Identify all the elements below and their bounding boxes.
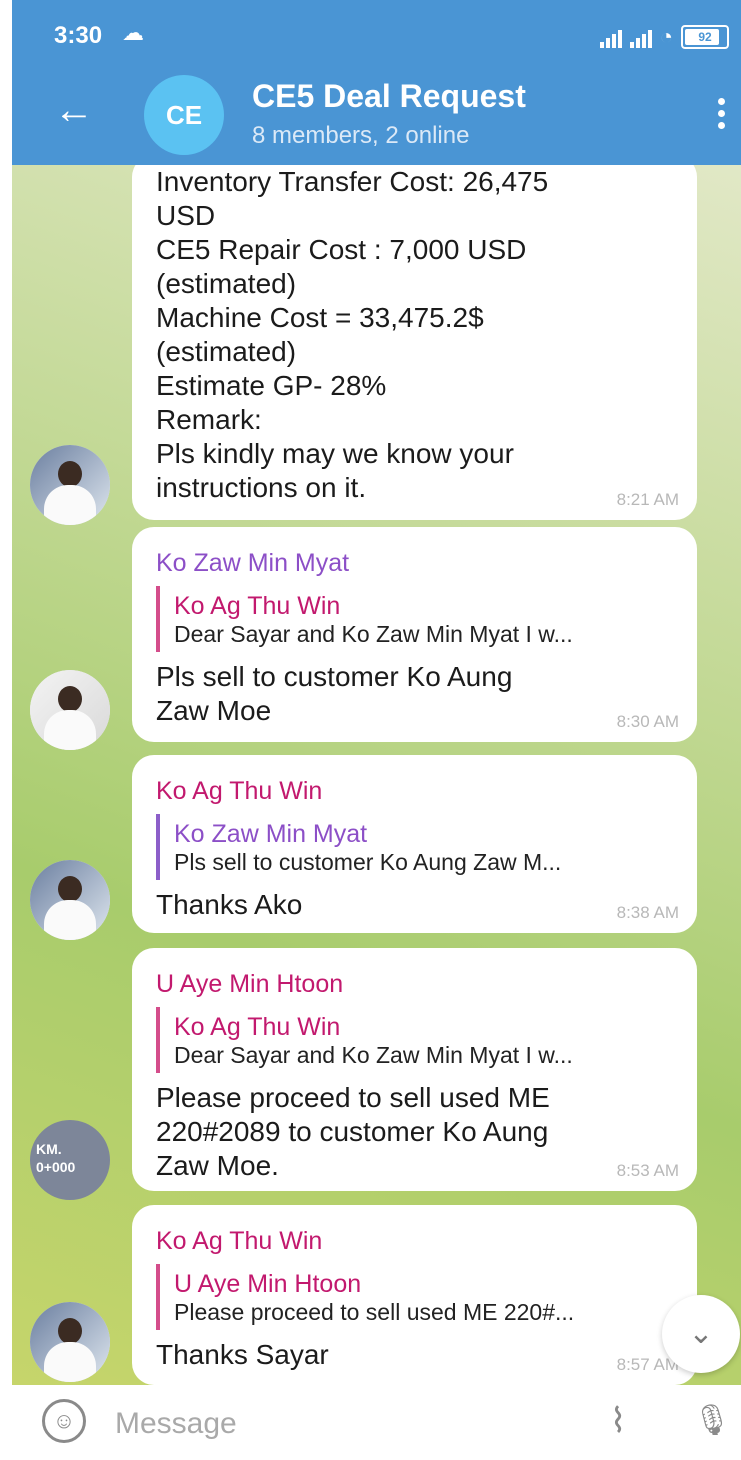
message-input-bar: ☺ Message ⌇ 🎙 xyxy=(0,1385,741,1460)
status-bar: 3:30 ☁ ◔ 92 xyxy=(12,0,741,72)
cloud-icon: ☁ xyxy=(122,20,144,45)
reply-text: Pls sell to customer Ko Aung Zaw M... xyxy=(174,849,562,875)
group-avatar[interactable]: CE xyxy=(144,75,224,155)
back-arrow-icon[interactable]: ← xyxy=(50,86,98,134)
avatar[interactable] xyxy=(30,860,110,940)
chat-screen: 3:30 ☁ ◔ 92 ← CE CE5 Deal Request 8 memb… xyxy=(0,0,741,1460)
message-bubble[interactable]: Inventory Transfer Cost: 26,475 USD CE5 … xyxy=(132,165,697,520)
wifi-icon: ◔ xyxy=(659,24,673,49)
avatar[interactable] xyxy=(30,670,110,750)
message-time: 8:30 AM xyxy=(616,712,679,731)
status-time: 3:30 xyxy=(54,22,103,49)
reply-sender: Ko Zaw Min Myat xyxy=(174,820,368,848)
chat-title[interactable]: CE5 Deal Request xyxy=(252,78,526,115)
message-list[interactable]: Inventory Transfer Cost: 26,475 USD CE5 … xyxy=(12,165,741,1385)
more-vert-icon[interactable] xyxy=(713,98,729,138)
signal-icon xyxy=(629,26,652,48)
battery-icon: 92 xyxy=(681,25,729,49)
battery-level: 92 xyxy=(698,30,712,44)
message-sender[interactable]: Ko Ag Thu Win xyxy=(156,777,671,806)
top-bar: 3:30 ☁ ◔ 92 ← CE CE5 Deal Request 8 memb… xyxy=(12,0,741,165)
emoji-icon[interactable]: ☺ xyxy=(42,1399,86,1443)
message-bubble[interactable]: Ko Ag Thu Win U Aye Min Htoon Please pro… xyxy=(132,1205,697,1385)
chat-header: ← CE CE5 Deal Request 8 members, 2 onlin… xyxy=(12,70,741,165)
reply-preview[interactable]: U Aye Min Htoon Please proceed to sell u… xyxy=(156,1264,671,1330)
message-text: Please proceed to sell used ME 220#2089 … xyxy=(156,1082,550,1181)
reply-sender: Ko Ag Thu Win xyxy=(174,1013,341,1041)
message-time: 8:53 AM xyxy=(616,1161,679,1180)
message-bubble[interactable]: U Aye Min Htoon Ko Ag Thu Win Dear Sayar… xyxy=(132,948,697,1191)
message-text: Inventory Transfer Cost: 26,475 USD CE5 … xyxy=(156,166,549,503)
reply-preview[interactable]: Ko Ag Thu Win Dear Sayar and Ko Zaw Min … xyxy=(156,1007,671,1073)
message-text: Thanks Ako xyxy=(156,889,303,920)
message-sender[interactable]: Ko Zaw Min Myat xyxy=(156,549,671,578)
reply-preview[interactable]: Ko Ag Thu Win Dear Sayar and Ko Zaw Min … xyxy=(156,586,671,652)
message-time: 8:38 AM xyxy=(616,903,679,922)
reply-sender: Ko Ag Thu Win xyxy=(174,592,341,620)
microphone-icon[interactable]: 🎙 xyxy=(690,1399,734,1443)
message-text: Thanks Sayar xyxy=(156,1339,329,1370)
message-sender[interactable]: U Aye Min Htoon xyxy=(156,970,671,999)
reply-text: Dear Sayar and Ko Zaw Min Myat I w... xyxy=(174,1042,573,1068)
reply-sender: U Aye Min Htoon xyxy=(174,1270,362,1298)
reply-text: Please proceed to sell used ME 220#... xyxy=(174,1299,575,1325)
message-time: 8:21 AM xyxy=(616,490,679,509)
avatar[interactable] xyxy=(30,445,110,525)
message-sender[interactable]: Ko Ag Thu Win xyxy=(156,1227,671,1256)
message-bubble[interactable]: Ko Ag Thu Win Ko Zaw Min Myat Pls sell t… xyxy=(132,755,697,933)
reply-text: Dear Sayar and Ko Zaw Min Myat I w... xyxy=(174,621,573,647)
avatar-label: KM. 0+000 xyxy=(36,1141,76,1175)
reply-preview[interactable]: Ko Zaw Min Myat Pls sell to customer Ko … xyxy=(156,814,671,880)
message-text: Pls sell to customer Ko Aung Zaw Moe xyxy=(156,661,513,726)
avatar[interactable]: KM. 0+000 xyxy=(30,1120,110,1200)
message-bubble[interactable]: Ko Zaw Min Myat Ko Ag Thu Win Dear Sayar… xyxy=(132,527,697,742)
chevron-down-icon[interactable]: ⌄ xyxy=(662,1295,740,1373)
paperclip-icon[interactable]: ⌇ xyxy=(596,1399,640,1443)
signal-icon xyxy=(599,26,622,48)
message-input[interactable]: Message xyxy=(115,1407,237,1441)
chat-subtitle: 8 members, 2 online xyxy=(252,122,470,149)
avatar[interactable] xyxy=(30,1302,110,1382)
status-icons: ◔ 92 xyxy=(599,24,729,50)
